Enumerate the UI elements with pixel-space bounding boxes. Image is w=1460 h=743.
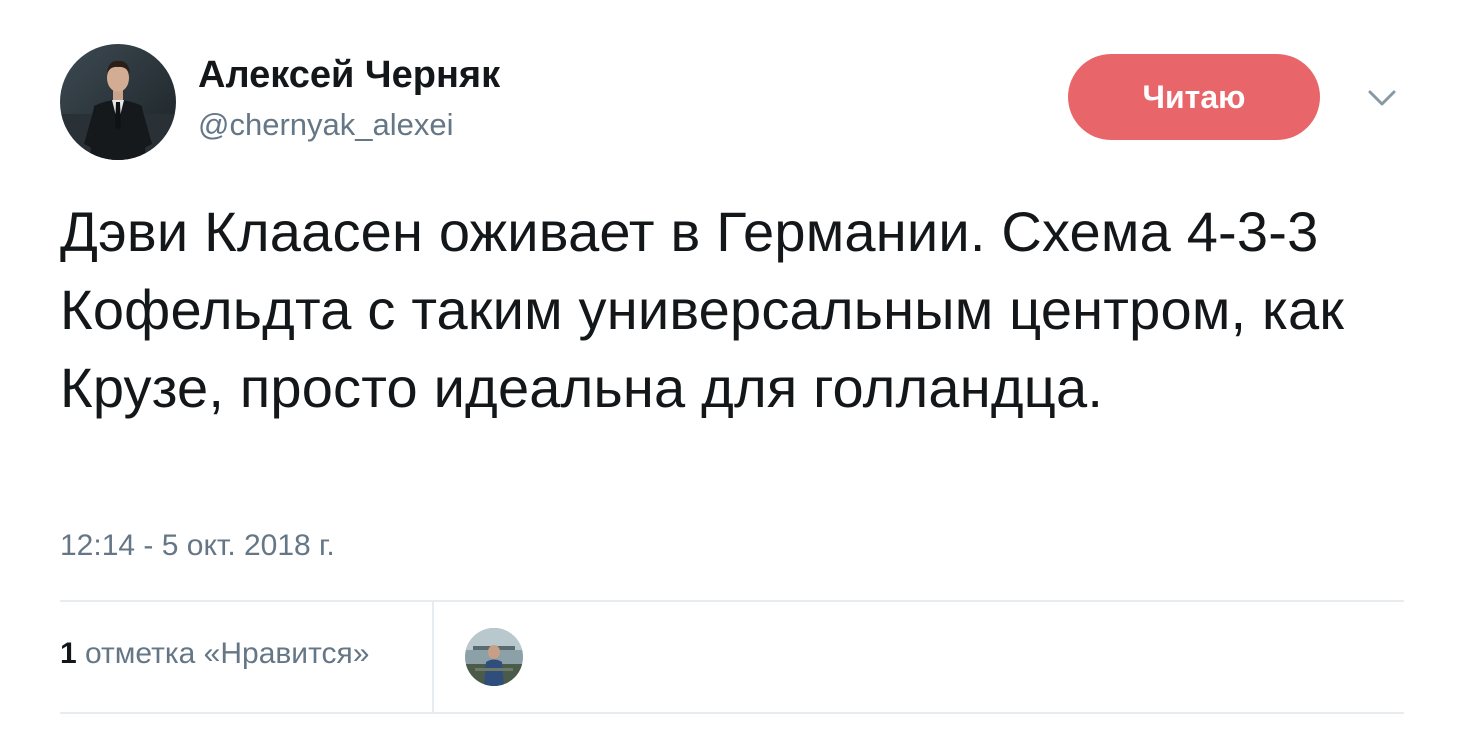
person-photo-icon bbox=[60, 44, 176, 160]
tweet-timestamp[interactable]: 12:14 - 5 окт. 2018 г. bbox=[60, 529, 335, 563]
tweet-card: Алексей Черняк @chernyak_alexei Читаю Дэ… bbox=[0, 0, 1460, 743]
author-handle[interactable]: @chernyak_alexei bbox=[198, 107, 454, 143]
chevron-down-icon[interactable] bbox=[1364, 82, 1400, 112]
author-name[interactable]: Алексей Черняк bbox=[198, 54, 500, 97]
tweet-text: Дэви Клаасен оживает в Германии. Схема 4… bbox=[60, 200, 1345, 419]
liker-avatar[interactable] bbox=[465, 628, 523, 686]
divider bbox=[60, 712, 1404, 714]
divider bbox=[60, 600, 1404, 602]
likes-summary[interactable]: 1 отметка «Нравится» bbox=[60, 637, 369, 671]
author-avatar[interactable] bbox=[60, 44, 176, 160]
vertical-divider bbox=[432, 602, 434, 712]
follow-button[interactable]: Читаю bbox=[1068, 54, 1320, 140]
like-label: отметка «Нравится» bbox=[85, 637, 370, 670]
person-photo-icon bbox=[465, 628, 523, 686]
like-count: 1 bbox=[60, 637, 77, 670]
